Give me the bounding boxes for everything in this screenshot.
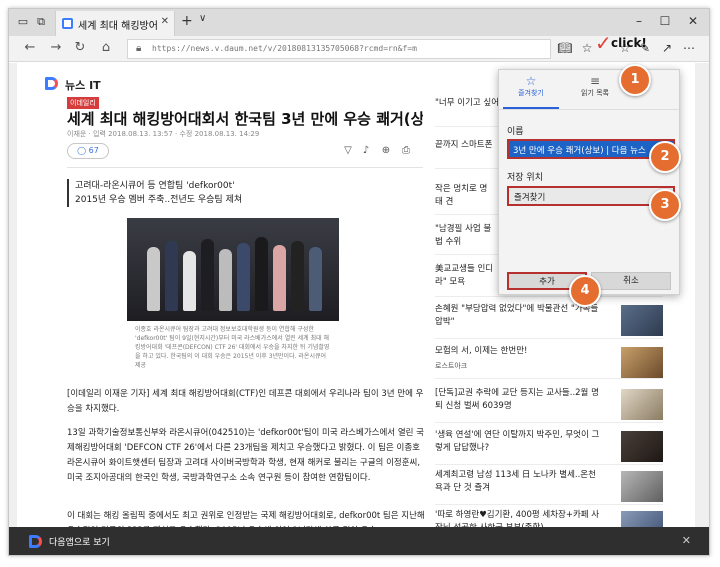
checkmark-icon: ✓	[595, 31, 612, 55]
cancel-button[interactable]: 취소	[591, 272, 671, 290]
list-item-title: 손혜원 "부당압력 없었다"에 박물관선 "가족들 압박"	[435, 304, 599, 327]
comment-icon: ◯	[77, 146, 87, 155]
photo-figure	[201, 239, 214, 311]
tab-aside-icon[interactable]: ⧉	[33, 14, 49, 30]
forward-icon[interactable]: →	[47, 40, 65, 55]
photo-figure	[147, 247, 160, 311]
list-item-title: 작은 멍치로 명태 견	[435, 184, 488, 207]
reading-view-icon[interactable]: 📖︎	[557, 41, 573, 55]
photo-figure	[237, 243, 250, 311]
summary-line-2: 2015년 우승 멤버 주축..전년도 우승팀 제쳐	[75, 195, 243, 205]
favorite-name-value: 3년 만에 우승 쾌거(상보) | 다음 뉴스	[513, 146, 646, 156]
click-annotation: click!	[611, 36, 647, 50]
favorites-popup: ☆ 즐겨찾기 ≡ 읽기 목록 이름 3년 만에 우승 쾌거(상보) | 다음 뉴…	[498, 69, 680, 295]
minimize-icon[interactable]: –	[629, 14, 649, 28]
app-banner[interactable]: 다음앱으로 보기 ✕	[9, 527, 709, 555]
tab-list-chevron-icon[interactable]: ∨	[199, 13, 206, 24]
section-title[interactable]: 뉴스 IT	[65, 77, 101, 93]
step-marker-4: 4	[569, 275, 601, 307]
reading-list-icon: ≡	[589, 74, 601, 88]
article-paragraph-1: [이데일리 이재운 기자] 세계 최대 해킹방어대회(CTF)인 데프콘 대회에…	[67, 389, 424, 414]
comment-count: 67	[88, 146, 99, 155]
daum-logo-icon[interactable]	[45, 77, 58, 90]
tab-favorites-label: 즐겨찾기	[518, 89, 544, 97]
print-icon[interactable]: ⎙	[399, 145, 413, 156]
daum-favicon-icon	[62, 18, 73, 29]
favorites-star-icon: ☆	[525, 74, 537, 88]
photo-figure	[183, 251, 196, 311]
url-text: https://news.v.daum.net/v/20180813135705…	[152, 44, 417, 53]
list-item-title: '생육 연설'에 연단 이탈까지 박주민, 무엇이 그렇게 답답했나?	[435, 430, 600, 453]
refresh-icon[interactable]: ↻	[71, 40, 89, 55]
list-item[interactable]: 손혜원 "부당압력 없었다"에 박물관선 "가족들 압박"	[435, 303, 663, 339]
tab-favorites[interactable]: ☆ 즐겨찾기	[501, 74, 561, 98]
daum-app-logo-icon	[29, 535, 42, 548]
save-location-value: 즐겨찾기	[514, 193, 546, 203]
tab-reading-label: 읽기 목록	[581, 89, 609, 97]
name-label: 이름	[507, 127, 524, 137]
list-item-title: "남경필 사업 불법 수위	[435, 224, 492, 247]
font-size-icon[interactable]: ⊕	[379, 145, 393, 156]
list-item[interactable]: 세계최고령 남성 113세 日 노나카 별세..온천욕과 단 것 즐겨	[435, 469, 663, 505]
new-tab-icon[interactable]: +	[181, 13, 193, 29]
app-banner-close-icon[interactable]: ✕	[682, 534, 691, 547]
list-item-thumbnail	[621, 431, 663, 462]
favorite-star-icon[interactable]: ☆	[579, 41, 595, 55]
list-item-thumbnail	[621, 347, 663, 378]
photo-caption: 이종호 라온시큐어 팀장과 고려대 정보보호대학원생 등이 연합해 구성한 'd…	[135, 326, 330, 369]
summary-line-1: 고려대-라온시큐어 등 연합팀 'defkor00t'	[75, 181, 235, 191]
summary-icon[interactable]: ▽	[341, 145, 355, 156]
photo-figure	[273, 245, 286, 311]
photo-figure	[291, 241, 304, 311]
right-gutter	[695, 63, 709, 555]
photo-figure	[165, 241, 178, 311]
list-item[interactable]: [단독]교권 추락에 교단 등지는 교사들..2월 명퇴 신청 벌써 6039명	[435, 387, 663, 423]
step-marker-1: 1	[619, 64, 651, 96]
divider	[67, 167, 423, 168]
list-item[interactable]: 모험의 서, 이제는 한번만!	[435, 345, 663, 379]
article-summary: 고려대-라온시큐어 등 연합팀 'defkor00t' 2015년 우승 멤버 …	[67, 179, 367, 207]
comment-count-button[interactable]: ◯ 67	[67, 143, 109, 159]
list-item[interactable]: '생육 연설'에 연단 이탈까지 박주민, 무엇이 그렇게 답답했나?	[435, 429, 663, 465]
share-icon[interactable]: ↗	[659, 41, 675, 55]
tab-title: 세계 최대 해킹방어대회	[78, 21, 158, 32]
tab-reading-list[interactable]: ≡ 읽기 목록	[565, 74, 625, 98]
address-bar[interactable]: 🔒︎ https://news.v.daum.net/v/20180813135…	[127, 39, 551, 59]
list-item-title: 세계최고령 남성 113세 日 노나카 별세..온천욕과 단 것 즐겨	[435, 470, 596, 493]
article-headline: 세계 최대 해킹방어대회서 한국팀 3년 만에 우승 쾌거(상보)	[67, 110, 423, 128]
back-icon[interactable]: ←	[21, 40, 39, 55]
home-icon[interactable]: ⌂	[97, 40, 115, 55]
photo-figure	[219, 249, 232, 311]
ad-label[interactable]: 로스트아크	[435, 361, 467, 371]
window-close-icon[interactable]: ✕	[683, 14, 703, 28]
browser-tab[interactable]: 세계 최대 해킹방어대회 ✕	[55, 11, 175, 36]
tab-preview-icon[interactable]: ▭	[15, 14, 31, 30]
list-item-title: [단독]교권 추락에 교단 등지는 교사들..2월 명퇴 신청 벌써 6039명	[435, 388, 599, 411]
location-label: 저장 위치	[507, 173, 543, 183]
left-gutter	[9, 63, 17, 555]
app-banner-text[interactable]: 다음앱으로 보기	[49, 535, 110, 548]
tab-close-icon[interactable]: ✕	[161, 16, 169, 27]
list-item-thumbnail	[621, 389, 663, 420]
article-byline: 이재운 · 입력 2018.08.13. 13:57 · 수정 2018.08.…	[67, 130, 260, 138]
audio-icon[interactable]: ♪	[359, 145, 373, 156]
step-marker-3: 3	[649, 189, 681, 221]
article-photo[interactable]	[127, 218, 339, 321]
active-tab-indicator	[503, 107, 559, 109]
photo-figure	[309, 247, 322, 311]
list-item-thumbnail	[621, 305, 663, 336]
maximize-icon[interactable]: ☐	[655, 14, 675, 28]
article-paragraph-2: 13일 과학기술정보통신부와 라온시큐어(042510)는 'defkor00t…	[67, 428, 424, 483]
list-item-title: 모험의 서, 이제는 한번만!	[435, 346, 528, 356]
favorites-tabs: ☆ 즐겨찾기 ≡ 읽기 목록	[499, 70, 679, 110]
step-marker-2: 2	[649, 141, 681, 173]
list-item-thumbnail	[621, 471, 663, 502]
photo-figure	[255, 237, 268, 311]
more-icon[interactable]: ⋯	[681, 41, 697, 55]
lock-icon: 🔒︎	[136, 43, 142, 54]
browser-window: ▭ ⧉ 세계 최대 해킹방어대회 ✕ + ∨ – ☐ ✕ ← → ↻ ⌂ 🔒︎ …	[8, 8, 710, 556]
list-item-title: 美교교생들 인디 라" 모욕	[435, 264, 494, 287]
